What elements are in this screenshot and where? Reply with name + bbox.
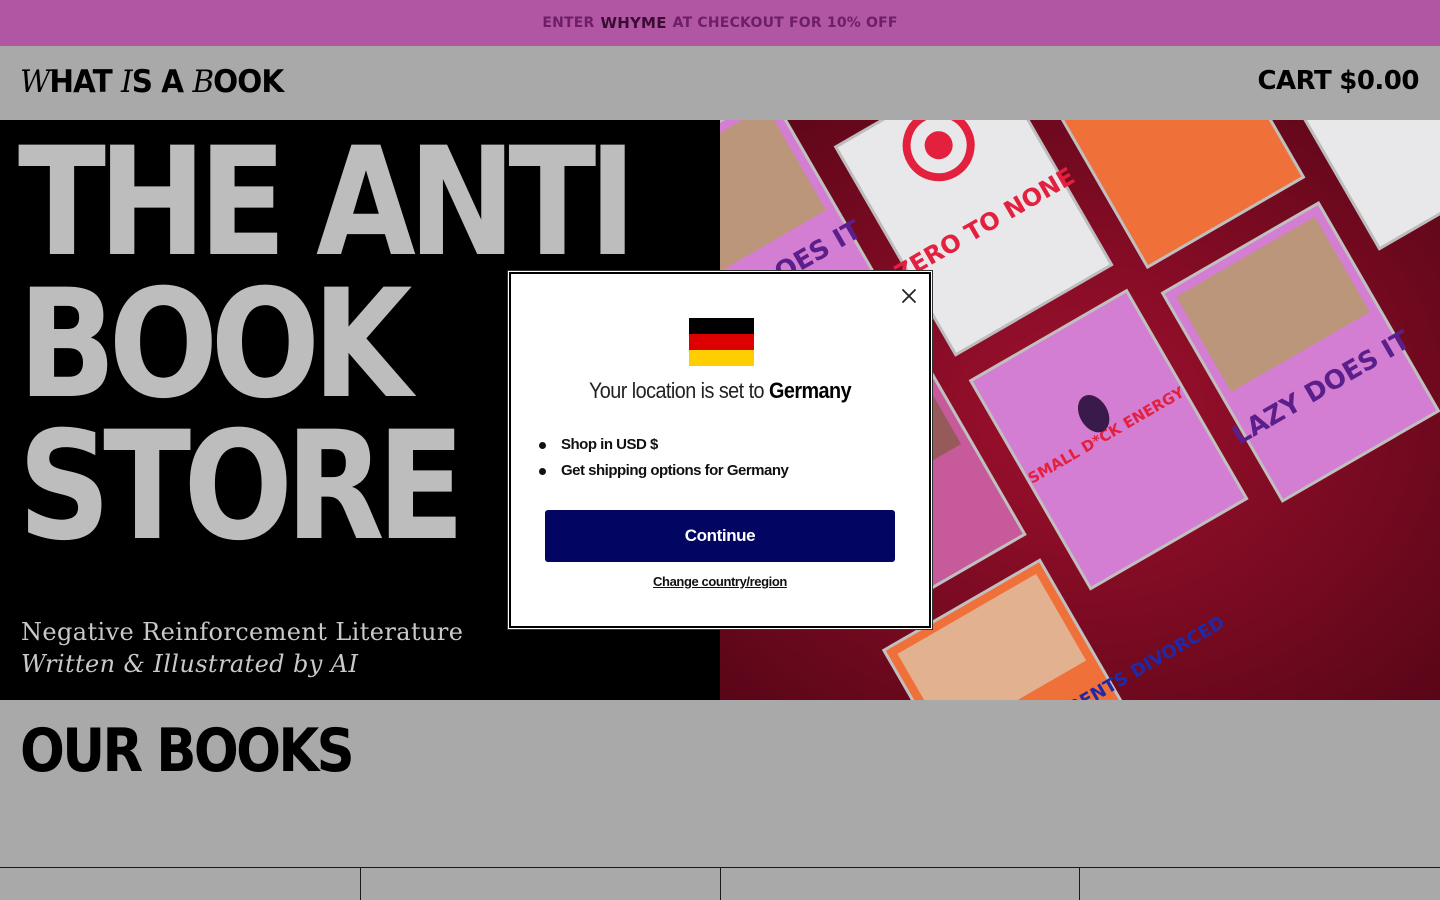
change-country-link[interactable]: Change country/region bbox=[511, 574, 929, 589]
flag-stripe-black bbox=[689, 318, 754, 334]
hero-subtitle: Negative Reinforcement Literature bbox=[21, 618, 464, 646]
cart-link[interactable]: CART $0.00 bbox=[1257, 66, 1419, 96]
cart-total: $0.00 bbox=[1339, 66, 1419, 96]
promo-bar: ENTER WHYME AT CHECKOUT FOR 10% OFF bbox=[0, 0, 1440, 46]
hero-subtitle-block: Negative Reinforcement Literature Writte… bbox=[21, 616, 463, 680]
logo-i: I bbox=[121, 64, 133, 100]
logo-b: B bbox=[192, 64, 214, 100]
modal-heading: Your location is set to Germany bbox=[532, 378, 908, 404]
product-grid-divider bbox=[1079, 867, 1080, 900]
our-books-heading: OUR BOOKS bbox=[20, 716, 355, 786]
site-header: WHAT IS A BOOK CART $0.00 bbox=[0, 46, 1440, 120]
logo-w: W bbox=[20, 64, 50, 100]
location-modal: Your location is set to Germany Shop in … bbox=[509, 272, 931, 628]
list-item-text: Get shipping options for Germany bbox=[561, 462, 789, 479]
germany-flag-icon bbox=[689, 318, 754, 366]
hero-tagline: Written & Illustrated by AI bbox=[21, 650, 359, 678]
product-grid-divider bbox=[720, 867, 721, 900]
continue-button[interactable]: Continue bbox=[545, 510, 895, 562]
promo-suffix: AT CHECKOUT FOR 10% OFF bbox=[672, 15, 898, 31]
close-icon[interactable] bbox=[897, 284, 921, 308]
list-item-text: Shop in USD $ bbox=[561, 436, 658, 453]
logo-hat: HAT bbox=[49, 64, 112, 100]
site-logo[interactable]: WHAT IS A BOOK bbox=[20, 64, 284, 100]
list-item: Get shipping options for Germany bbox=[539, 460, 789, 486]
modal-heading-prefix: Your location is set to bbox=[588, 378, 765, 403]
modal-info-list: Shop in USD $ Get shipping options for G… bbox=[539, 434, 789, 486]
promo-prefix: ENTER bbox=[542, 15, 595, 31]
product-grid-divider bbox=[360, 867, 361, 900]
flag-stripe-red bbox=[689, 334, 754, 350]
flag-stripe-gold bbox=[689, 350, 754, 366]
cart-label: CART bbox=[1257, 66, 1332, 96]
modal-country: Germany bbox=[768, 378, 852, 403]
list-item: Shop in USD $ bbox=[539, 434, 788, 460]
promo-code: WHYME bbox=[600, 14, 667, 32]
hero-title-line-1: THE ANTI bbox=[18, 120, 637, 290]
logo-s-a: S A bbox=[131, 64, 184, 100]
logo-ook: OOK bbox=[213, 64, 284, 100]
